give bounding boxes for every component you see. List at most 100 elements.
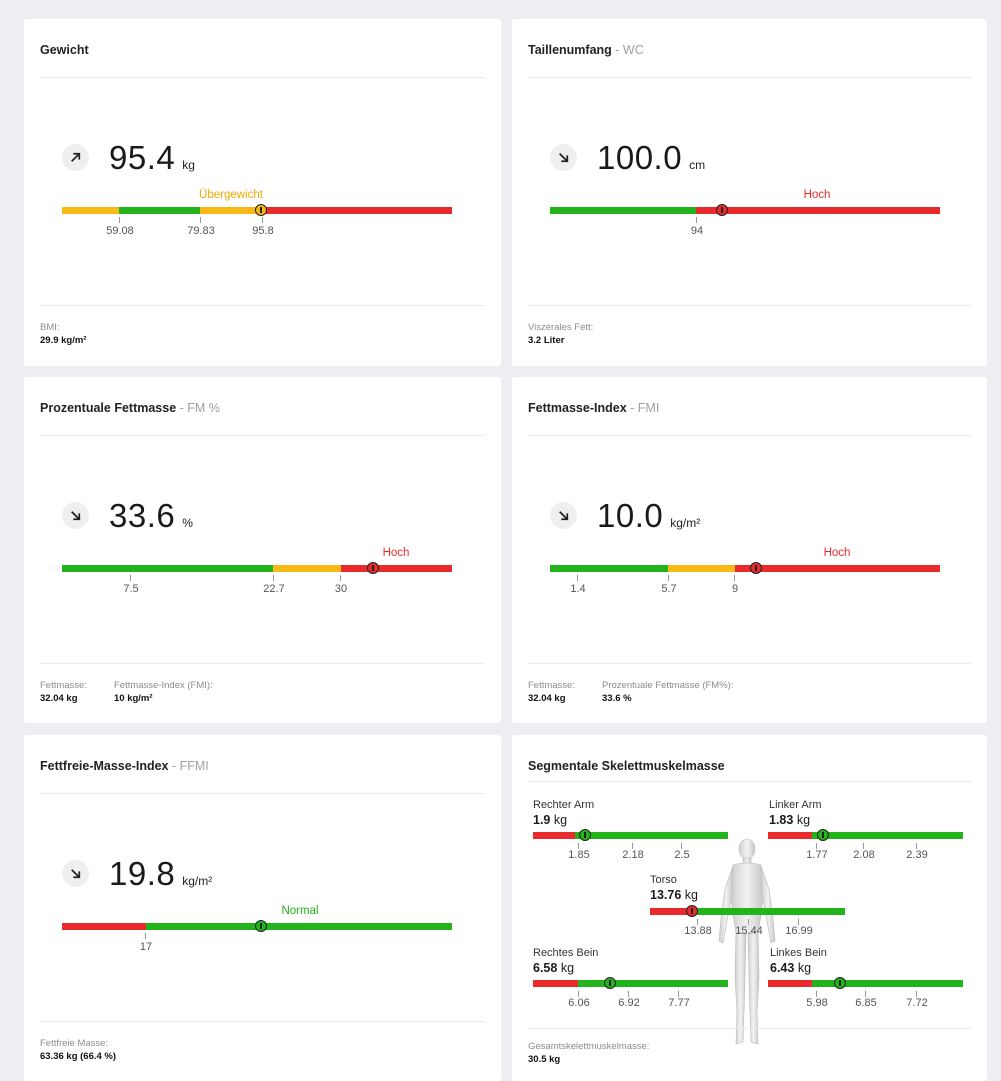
footer-label: Fettmasse-Index (FMI): bbox=[114, 680, 213, 691]
footer-value: 3.2 Liter bbox=[528, 335, 565, 346]
bar-segment-red bbox=[262, 207, 452, 214]
tick bbox=[200, 217, 201, 223]
status-label: Hoch bbox=[803, 189, 831, 201]
tick-label: 1.4 bbox=[570, 583, 586, 595]
value-marker bbox=[817, 829, 829, 841]
tick-label: 1.85 bbox=[568, 849, 590, 861]
tick-label: 1.77 bbox=[806, 849, 828, 861]
footer-label: Fettfreie Masse: bbox=[40, 1038, 109, 1049]
card-title: Fettmasse-Index - FMI bbox=[528, 401, 660, 415]
metric-display: 33.6 % bbox=[62, 497, 193, 535]
footer-value: 29.9 kg/m² bbox=[40, 335, 87, 346]
card-title: Gewicht bbox=[40, 43, 89, 57]
ffmi-card: Fettfreie-Masse-Index - FFMI 19.8 kg/m² … bbox=[24, 735, 501, 1081]
range-bar bbox=[550, 207, 940, 214]
tick-label: 6.06 bbox=[568, 997, 590, 1009]
tick-label: 9 bbox=[731, 583, 739, 595]
tick-label: 15.44 bbox=[735, 925, 763, 937]
range-bar bbox=[533, 832, 728, 839]
segment-name: Linker Arm bbox=[769, 799, 822, 811]
card-title: Taillenumfang - WC bbox=[528, 43, 644, 57]
value-marker bbox=[579, 829, 591, 841]
bar-segment-red bbox=[533, 980, 578, 987]
footer-value: 10 kg/m² bbox=[114, 693, 153, 704]
tick bbox=[668, 575, 669, 581]
bar-segment-green bbox=[550, 207, 696, 214]
status-label: Hoch bbox=[823, 547, 851, 559]
metric-display: 19.8 kg/m² bbox=[62, 855, 212, 893]
card-title: Prozentuale Fettmasse - FM % bbox=[40, 401, 220, 415]
value-marker bbox=[255, 920, 267, 932]
tick-label: 5.7 bbox=[661, 583, 677, 595]
divider bbox=[40, 305, 485, 306]
segmental-muscle-card: Segmentale Skelettmuskelmasse Rechter Ar… bbox=[512, 735, 987, 1081]
tick-label: 5.98 bbox=[806, 997, 828, 1009]
bar-segment-orange bbox=[668, 565, 735, 572]
bar-segment-orange bbox=[200, 207, 262, 214]
divider bbox=[528, 663, 971, 664]
footer-stat: Fettmasse-Index (FMI): 10 kg/m² bbox=[114, 680, 213, 704]
segment-value: 1.9 kg bbox=[533, 813, 568, 827]
value-marker bbox=[604, 977, 616, 989]
divider bbox=[40, 663, 485, 664]
bar-segment-red bbox=[768, 980, 812, 987]
tick-label: 95.8 bbox=[252, 225, 274, 237]
bar-segment-green bbox=[146, 923, 452, 930]
card-title: Fettfreie-Masse-Index - FFMI bbox=[40, 759, 209, 773]
footer-label: Fettmasse: bbox=[40, 680, 87, 691]
divider bbox=[528, 305, 971, 306]
waist-card: Taillenumfang - WC 100.0 cm Hoch 94 Visz… bbox=[512, 19, 987, 366]
bar-segment-green bbox=[119, 207, 200, 214]
metric-unit: kg bbox=[182, 158, 195, 172]
segment-value: 13.76 kg bbox=[650, 888, 698, 902]
fmi-card: Fettmasse-Index - FMI 10.0 kg/m² Hoch 1.… bbox=[512, 377, 987, 723]
divider bbox=[40, 1021, 485, 1022]
segment-value: 1.83 kg bbox=[769, 813, 811, 827]
tick bbox=[734, 575, 735, 581]
metric-value: 19.8 bbox=[109, 855, 176, 892]
bar-segment-red bbox=[768, 832, 812, 839]
range-bar bbox=[550, 565, 940, 572]
up-right-arrow-icon bbox=[62, 144, 89, 171]
status-label: Übergewicht bbox=[199, 189, 263, 201]
down-right-arrow-icon bbox=[550, 144, 577, 171]
bar-segment-red bbox=[696, 207, 940, 214]
divider bbox=[528, 781, 971, 782]
footer-stat: Prozentuale Fettmasse (FM%): 33.6 % bbox=[602, 680, 733, 704]
footer-value: 30.5 kg bbox=[528, 1054, 561, 1065]
status-label: Hoch bbox=[382, 547, 410, 559]
tick-label: 22.7 bbox=[263, 583, 285, 595]
metric-unit: kg/m² bbox=[670, 516, 701, 530]
tick bbox=[273, 575, 274, 581]
bar-segment-green bbox=[578, 980, 728, 987]
bar-segment-green bbox=[62, 565, 273, 572]
metric-unit: kg/m² bbox=[182, 874, 213, 888]
metric-display: 100.0 cm bbox=[550, 139, 705, 177]
tick bbox=[145, 933, 146, 939]
segment-value: 6.58 kg bbox=[533, 961, 575, 975]
bar-segment-orange bbox=[62, 207, 119, 214]
footer-stat: Viszerales Fett: 3.2 Liter bbox=[528, 322, 593, 346]
tick bbox=[577, 575, 578, 581]
divider bbox=[528, 435, 971, 436]
body-figure-icon bbox=[718, 838, 776, 1045]
footer-label: BMI: bbox=[40, 322, 60, 333]
range-bar bbox=[768, 832, 963, 839]
tick-label: 6.85 bbox=[855, 997, 877, 1009]
card-title: Segmentale Skelettmuskelmasse bbox=[528, 759, 725, 773]
metric-value: 100.0 bbox=[597, 139, 683, 176]
value-marker bbox=[716, 204, 728, 216]
value-marker bbox=[367, 562, 379, 574]
value-marker bbox=[686, 905, 698, 917]
footer-label: Gesamtskelettmuskelmasse: bbox=[528, 1041, 650, 1052]
segment-name: Linkes Bein bbox=[770, 947, 827, 959]
value-marker bbox=[750, 562, 762, 574]
footer-stat: Gesamtskelettmuskelmasse: 30.5 kg bbox=[528, 1041, 649, 1065]
tick-label: 79.83 bbox=[187, 225, 215, 237]
footer-stat: Fettmasse: 32.04 kg bbox=[528, 680, 575, 704]
range-bar bbox=[62, 565, 452, 572]
tick-label: 6.92 bbox=[618, 997, 640, 1009]
footer-stat: BMI: 29.9 kg/m² bbox=[40, 322, 86, 346]
divider bbox=[40, 77, 485, 78]
divider bbox=[528, 1028, 971, 1029]
